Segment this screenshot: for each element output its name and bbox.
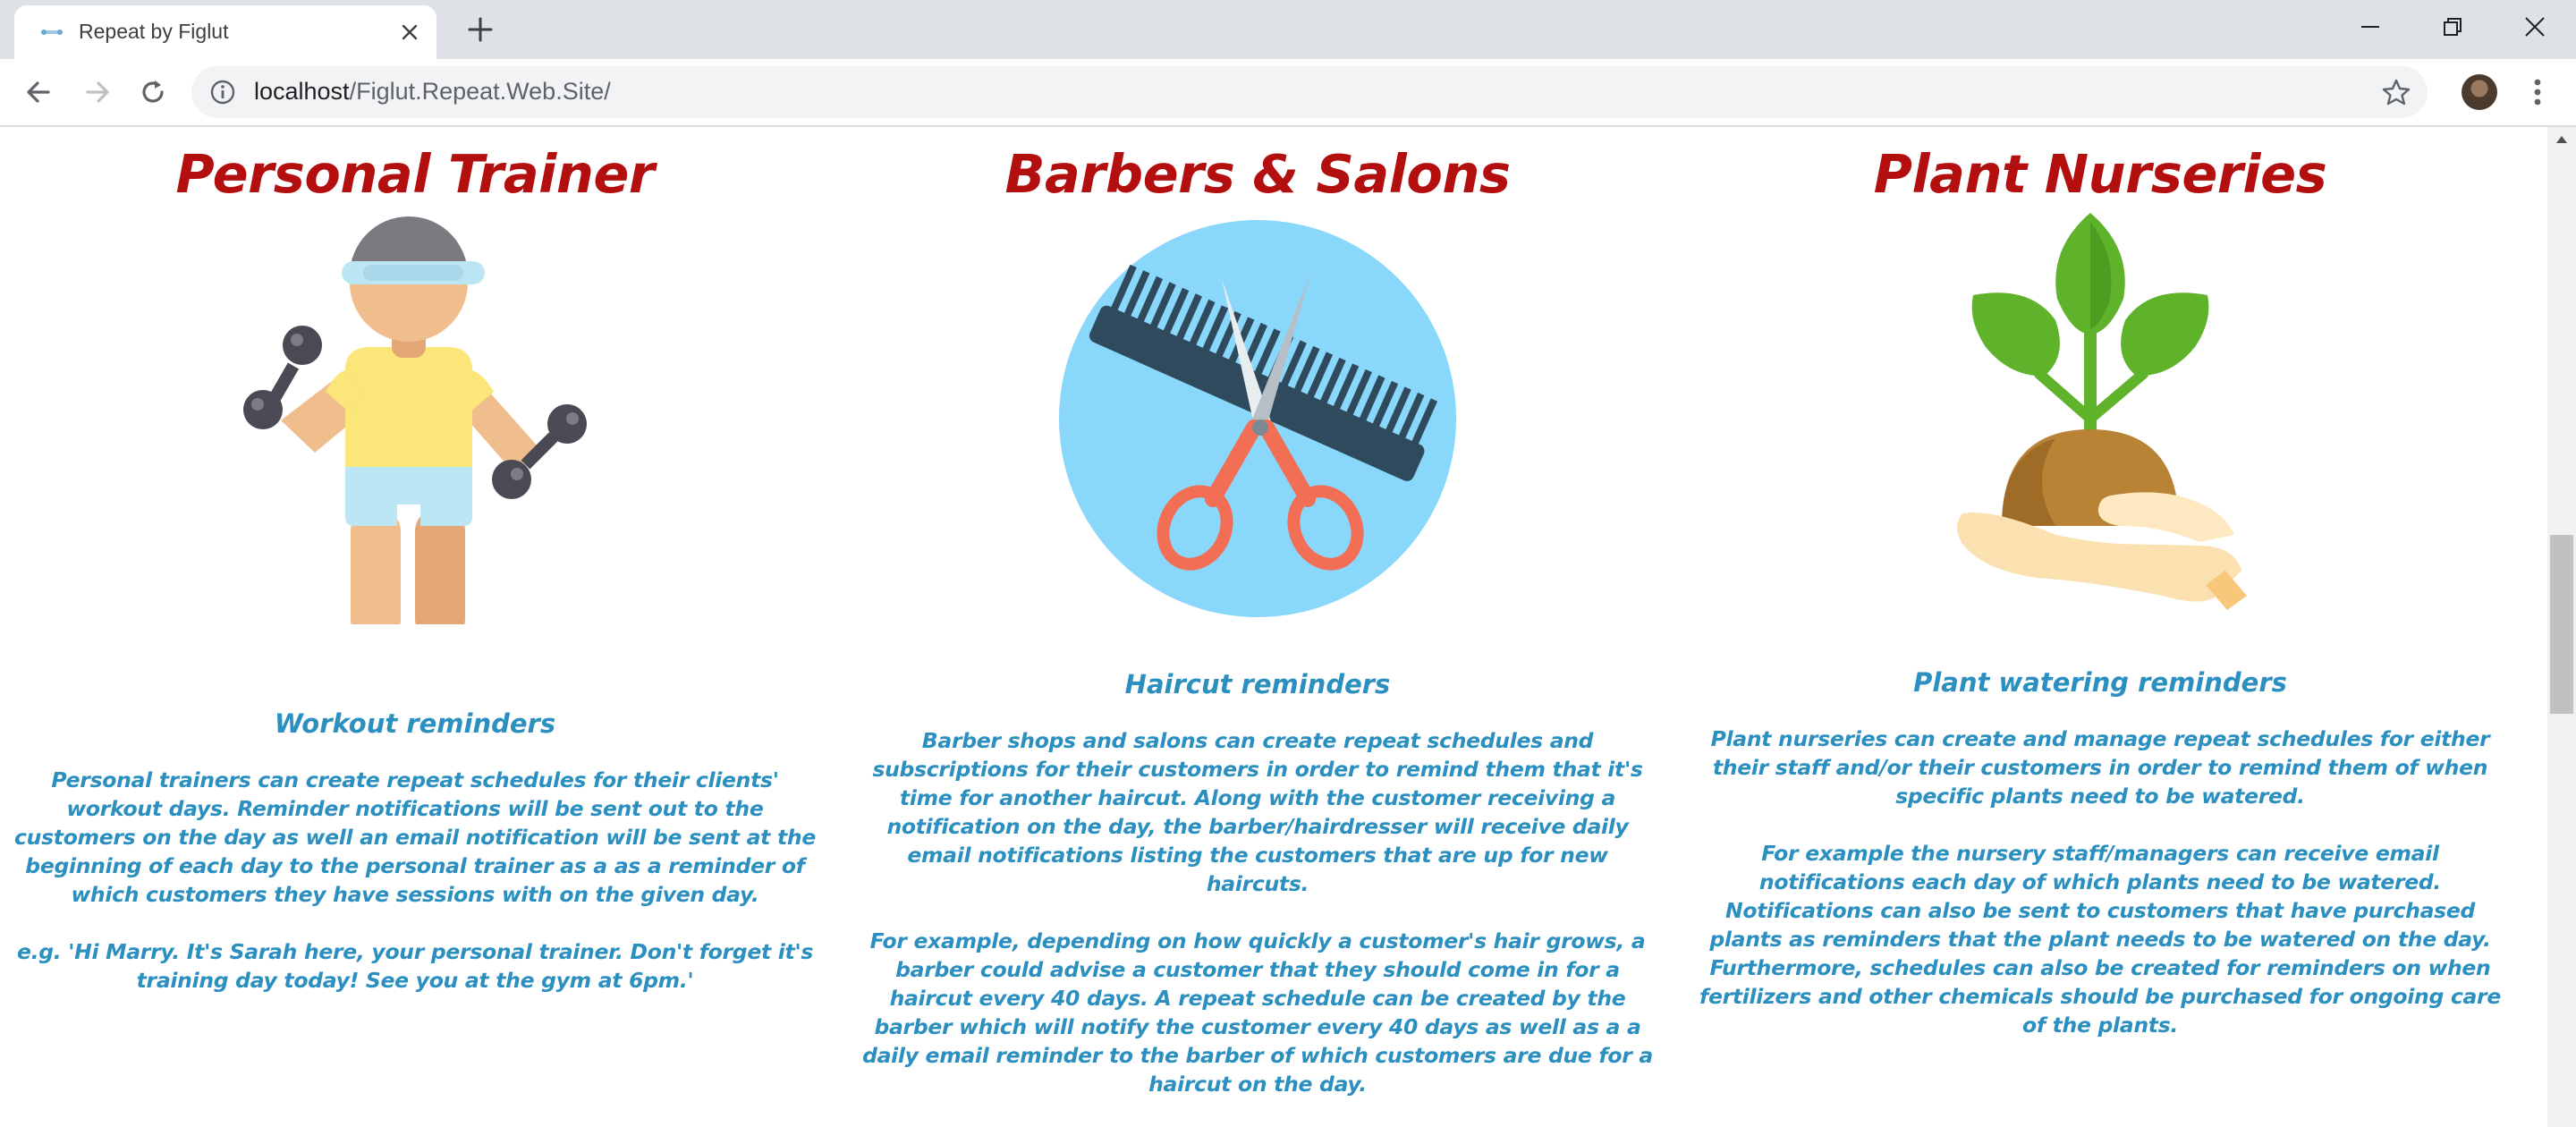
- profile-avatar[interactable]: [2462, 74, 2497, 110]
- fitness-person-with-dumbbells-icon: [243, 216, 587, 624]
- close-tab-icon[interactable]: [399, 21, 420, 43]
- description-paragraph: e.g. 'Hi Marry. It's Sarah here, your pe…: [16, 939, 814, 993]
- browser-menu-icon[interactable]: [2524, 75, 2551, 109]
- scroll-up-arrow-icon[interactable]: [2555, 134, 2569, 145]
- minimize-icon: [2361, 26, 2379, 28]
- back-arrow-icon[interactable]: [21, 75, 55, 109]
- section-title: Barbers & Salons: [1004, 143, 1511, 205]
- description-paragraph: Personal trainers can create repeat sche…: [14, 767, 816, 907]
- comb-and-scissors-icon: [1059, 220, 1456, 617]
- forward-arrow-icon[interactable]: [80, 75, 114, 109]
- url-path: /Figlut.Repeat.Web.Site/: [349, 78, 611, 105]
- section-description: Plant nurseries can create and manage re…: [1698, 724, 2503, 1068]
- browser-tab[interactable]: Repeat by Figlut: [14, 5, 436, 59]
- restore-button[interactable]: [2411, 0, 2494, 54]
- address-bar[interactable]: localhost/Figlut.Repeat.Web.Site/: [191, 66, 2428, 118]
- minimize-button[interactable]: [2329, 0, 2411, 54]
- section-description: Barber shops and salons can create repea…: [855, 726, 1660, 1127]
- restore-icon: [2444, 18, 2462, 36]
- browser-toolbar: localhost/Figlut.Repeat.Web.Site/: [0, 59, 2576, 127]
- tab-title: Repeat by Figlut: [79, 20, 229, 43]
- site-favicon-icon: [41, 30, 63, 35]
- description-paragraph: For example, depending on how quickly a …: [862, 928, 1653, 1097]
- site-info-icon[interactable]: [209, 79, 236, 106]
- section-subtitle: Plant watering reminders: [1913, 667, 2287, 698]
- section-title: Plant Nurseries: [1873, 143, 2327, 205]
- section-subtitle: Haircut reminders: [1124, 669, 1391, 699]
- url-host: localhost: [254, 78, 350, 105]
- new-tab-plus-icon[interactable]: [465, 14, 496, 45]
- scrollbar-thumb[interactable]: [2550, 535, 2573, 714]
- page-scrollbar[interactable]: [2547, 127, 2576, 1127]
- section-description: Personal trainers can create repeat sche…: [13, 766, 818, 1023]
- section-title: Personal Trainer: [175, 143, 655, 205]
- close-icon: [2525, 17, 2545, 37]
- plant-in-hand-icon: [1957, 213, 2247, 610]
- description-paragraph: Barber shops and salons can create repea…: [872, 728, 1643, 896]
- reload-icon[interactable]: [136, 75, 170, 109]
- bookmark-star-icon[interactable]: [2381, 77, 2411, 107]
- browser-tabstrip: Repeat by Figlut: [0, 0, 2576, 59]
- section-subtitle: Workout reminders: [274, 708, 556, 739]
- description-paragraph: For example the nursery staff/managers c…: [1699, 841, 2501, 1038]
- page-viewport: Personal Trainer Workout reminders Perso…: [0, 127, 2547, 1127]
- url-text[interactable]: localhost/Figlut.Repeat.Web.Site/: [254, 78, 611, 106]
- description-paragraph: Plant nurseries can create and manage re…: [1710, 726, 2490, 809]
- close-window-button[interactable]: [2494, 0, 2576, 54]
